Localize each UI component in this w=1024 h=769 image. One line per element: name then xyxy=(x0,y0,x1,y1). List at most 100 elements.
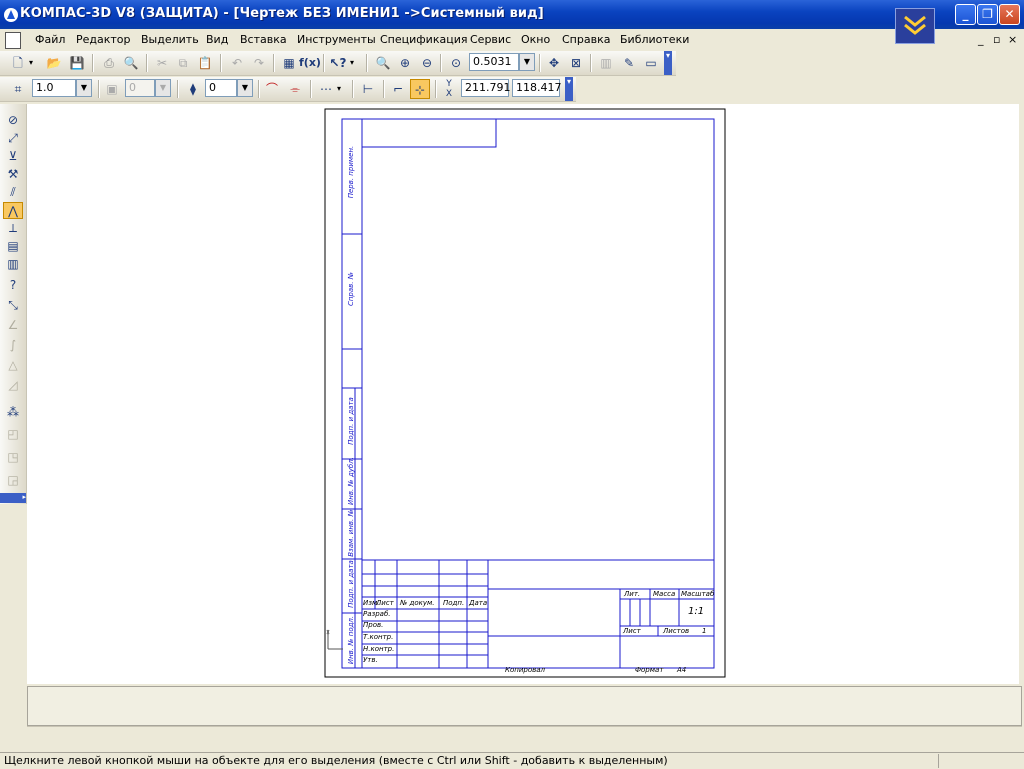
refresh-icon[interactable]: ▥ xyxy=(596,53,616,73)
save-icon[interactable]: 💾 xyxy=(67,53,87,73)
print-preview-icon[interactable]: 🔍 xyxy=(121,53,141,73)
menu-edit[interactable]: Редактор xyxy=(76,31,131,48)
variables-icon[interactable]: f(x) xyxy=(299,53,321,73)
view-state-icon[interactable]: ▣ xyxy=(102,79,122,99)
menu-libraries[interactable]: Библиотеки xyxy=(620,31,689,48)
toolbar-separator xyxy=(539,54,541,72)
tb-massa: Масса xyxy=(653,590,676,598)
zoom-in-icon[interactable]: ⊕ xyxy=(395,53,415,73)
menu-specification[interactable]: Спецификация xyxy=(380,31,467,48)
angle-icon[interactable]: ∠ xyxy=(3,317,23,334)
view-field[interactable]: 0 xyxy=(125,79,155,97)
menu-insert[interactable]: Вставка xyxy=(240,31,287,48)
zoom-window-icon[interactable]: 🔍 xyxy=(373,53,393,73)
snap-local-icon[interactable]: ⌯ xyxy=(285,79,305,99)
open-folder-icon[interactable]: 📂 xyxy=(44,53,64,73)
new-dropdown-icon[interactable]: ▾ xyxy=(29,53,39,73)
view-dropdown-icon[interactable]: ▼ xyxy=(155,79,171,97)
copy-icon[interactable]: ⧉ xyxy=(173,53,193,73)
display-icon[interactable]: ▭ xyxy=(641,53,661,73)
menu-bar: Файл Редактор Выделить Вид Вставка Инстр… xyxy=(0,29,1024,50)
selection-icon[interactable]: ⋀ xyxy=(3,202,23,219)
layer-dropdown-icon[interactable]: ▼ xyxy=(237,79,253,97)
step-field[interactable]: 1.0 xyxy=(32,79,76,97)
drawing-canvas[interactable]: Перв. примен. Справ. № Подп. и дата Инв.… xyxy=(27,104,1020,684)
dim-tool-icon[interactable]: ◰ xyxy=(3,426,23,443)
menu-select[interactable]: Выделить xyxy=(141,31,199,48)
tb-row-nkontr: Н.контр. xyxy=(363,645,395,653)
area-icon[interactable]: △ xyxy=(3,357,23,374)
grid-dropdown-icon[interactable]: ▾ xyxy=(337,79,347,99)
measure-icon[interactable]: ⟂ xyxy=(3,220,23,237)
editing-icon[interactable]: ⚒ xyxy=(3,166,23,183)
toolbar-separator xyxy=(177,80,179,98)
redo-icon[interactable]: ↷ xyxy=(249,53,269,73)
pan-icon[interactable]: ✥ xyxy=(544,53,564,73)
dimensions-icon[interactable]: ⤢ xyxy=(3,130,23,147)
snap-grid-icon[interactable]: ⌗ xyxy=(8,79,28,99)
dim-tool2-icon[interactable]: ◳ xyxy=(3,449,23,466)
coord-snap-icon[interactable]: ⊹ xyxy=(410,79,430,99)
ortho-icon[interactable]: ⌐ xyxy=(388,79,408,99)
panel-expand-icon[interactable]: ▸ xyxy=(0,493,26,503)
toolbar-separator xyxy=(258,80,260,98)
local-cs-icon[interactable]: ⊢ xyxy=(358,79,378,99)
zoom-field[interactable]: 0.5031 xyxy=(469,53,519,71)
dim-tool3-icon[interactable]: ◲ xyxy=(3,472,23,489)
zoom-out-icon[interactable]: ⊖ xyxy=(417,53,437,73)
new-document-icon[interactable]: 🗋 xyxy=(8,53,28,73)
menu-window[interactable]: Окно xyxy=(521,31,550,48)
curve-length-icon[interactable]: ∫ xyxy=(3,337,23,354)
doc-close-button[interactable]: × xyxy=(1008,31,1017,48)
status-message: Щелкните левой кнопкой мыши на объекте д… xyxy=(4,754,668,767)
document-icon[interactable] xyxy=(5,32,21,49)
snap-magnet-icon[interactable]: ⌒ xyxy=(262,79,282,99)
menu-service[interactable]: Сервис xyxy=(470,31,511,48)
coord-y-field[interactable]: 118.417 xyxy=(512,79,562,97)
cut-icon[interactable]: ✂ xyxy=(152,53,172,73)
point-query-icon[interactable]: ? xyxy=(3,277,23,294)
close-button[interactable]: ✕ xyxy=(999,4,1020,25)
toolbar-separator xyxy=(98,80,100,98)
show-all-icon[interactable]: ⊠ xyxy=(566,53,586,73)
geometry-icon[interactable]: ⊘ xyxy=(3,112,23,129)
parameterization-icon[interactable]: ⫽ xyxy=(3,184,23,201)
layers-icon[interactable]: ⧫ xyxy=(183,79,203,99)
undo-icon[interactable]: ↶ xyxy=(227,53,247,73)
distance-icon[interactable]: ⤡ xyxy=(3,297,23,314)
edit-pen-icon[interactable]: ✎ xyxy=(619,53,639,73)
mass-icon[interactable]: ◿ xyxy=(3,377,23,394)
spec-icon[interactable]: ▤ xyxy=(3,238,23,255)
doc-restore-button[interactable]: ▫ xyxy=(993,31,1000,48)
designations-icon[interactable]: ⊻ xyxy=(3,148,23,165)
menu-view[interactable]: Вид xyxy=(206,31,228,48)
menu-tools[interactable]: Инструменты xyxy=(297,31,376,48)
layer-field[interactable]: 0 xyxy=(205,79,237,97)
zoom-scale-icon[interactable]: ⊙ xyxy=(446,53,466,73)
toolbar-options-icon[interactable]: ▾ xyxy=(565,77,573,101)
tb-format-value: A4 xyxy=(677,666,687,674)
help-dropdown-icon[interactable]: ▾ xyxy=(350,53,360,73)
title-bar[interactable]: КОМПАС-3D V8 (ЗАЩИТА) - [Чертеж БЕЗ ИМЕН… xyxy=(0,0,1024,44)
toolbar-options-icon[interactable]: ▾ xyxy=(664,51,672,75)
menu-file[interactable]: Файл xyxy=(35,31,65,48)
manager-icon[interactable]: ▦ xyxy=(279,53,299,73)
zoom-dropdown-icon[interactable]: ▼ xyxy=(519,53,535,71)
restore-icon: ❐ xyxy=(982,7,993,21)
doc-minimize-button[interactable]: _ xyxy=(978,31,984,48)
coord-x-field[interactable]: 211.791 xyxy=(461,79,511,97)
grid-icon[interactable]: ⋯ xyxy=(316,79,336,99)
minimize-button[interactable]: _ xyxy=(955,4,976,25)
help-pointer-icon[interactable]: ↖? xyxy=(328,53,348,73)
report-icon[interactable]: ▥ xyxy=(3,256,23,273)
step-dropdown-icon[interactable]: ▼ xyxy=(76,79,92,97)
paste-icon[interactable]: 📋 xyxy=(195,53,215,73)
tb-col-podp: Подп. xyxy=(443,599,465,607)
menu-help[interactable]: Справка xyxy=(562,31,610,48)
restore-button[interactable]: ❐ xyxy=(977,4,998,25)
standard-toolbar: 🗋 ▾ 📂 💾 ⎙ 🔍 ✂ ⧉ 📋 ↶ ↷ ▦ f(x) ↖? ▾ 🔍 ⊕ ⊖ … xyxy=(0,51,676,76)
tb-lit: Лит. xyxy=(624,590,641,598)
print-icon[interactable]: ⎙ xyxy=(99,53,119,73)
mcx-icon[interactable]: ⁂ xyxy=(3,404,23,421)
property-panel xyxy=(27,686,1022,726)
